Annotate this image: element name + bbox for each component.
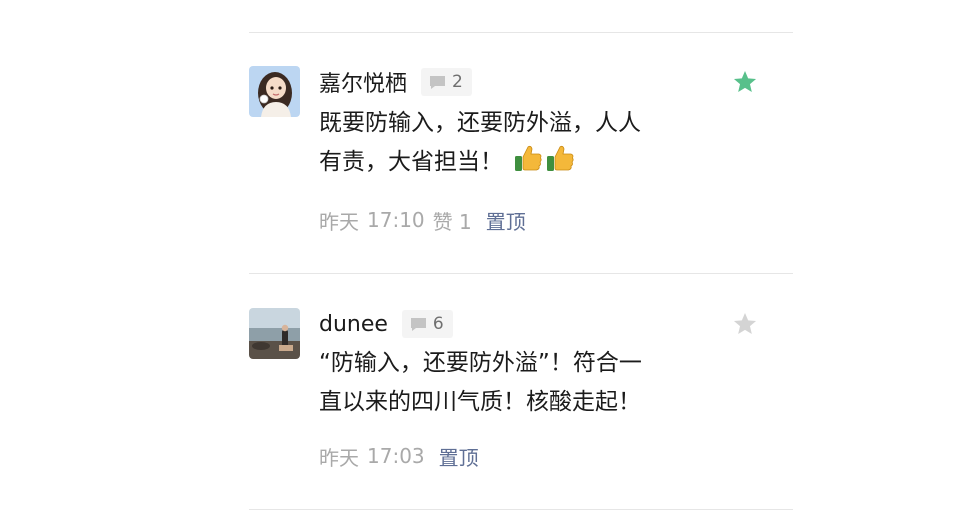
pin-button[interactable]: 置顶: [486, 206, 526, 235]
reply-count-badge[interactable]: 2: [421, 68, 472, 96]
comment-divider: [249, 273, 793, 274]
thumbs-up-icon: [547, 145, 574, 171]
avatar[interactable]: [249, 66, 300, 117]
comment-header: 嘉尔悦栖 2: [319, 67, 472, 97]
pin-button[interactable]: 置顶: [439, 442, 479, 471]
reply-count-badge[interactable]: 6: [401, 310, 453, 338]
avatar[interactable]: [249, 308, 300, 359]
top-divider: [249, 32, 793, 33]
reply-count: 2: [452, 72, 463, 92]
date-label: 昨天: [319, 209, 359, 234]
date-label: 昨天: [319, 445, 359, 470]
star-icon[interactable]: [732, 311, 758, 337]
content-line-with-emoji: 有责，大省担当！: [319, 143, 719, 186]
thumbs-up-emoji-group: [513, 143, 577, 186]
content-line: 有责，大省担当！: [319, 149, 503, 175]
author-name[interactable]: dunee: [319, 312, 388, 337]
comment-time: 17:03: [367, 444, 425, 468]
comment-bubble-icon: [410, 317, 426, 331]
content-line: 直以来的四川气质！核酸走起！: [319, 389, 641, 415]
comment-content: “防输入，还要防外溢”！符合一 直以来的四川气质！核酸走起！: [319, 344, 719, 422]
comment-item: dunee 6 “防输入，还要防外溢”！符合一 直以来的四川气质！核酸走起！ 昨…: [249, 308, 793, 488]
comment-meta: 昨天 17:10 赞 1 置顶: [319, 206, 526, 234]
thumbs-up-icon: [515, 145, 542, 171]
content-line: “防输入，还要防外溢”！符合一: [319, 350, 642, 376]
like-count: 赞 1: [432, 209, 472, 234]
comment-item: 嘉尔悦栖 2 既要防输入，还要防外溢，人人 有责，大省担当！ 昨天 17:10 …: [249, 66, 793, 246]
comment-meta: 昨天 17:03 置顶: [319, 442, 479, 470]
bottom-divider: [249, 509, 793, 510]
reply-count: 6: [432, 314, 444, 334]
star-icon[interactable]: [732, 69, 758, 95]
author-name[interactable]: 嘉尔悦栖: [319, 66, 407, 98]
comment-bubble-icon: [430, 75, 446, 89]
comment-time: 17:10: [367, 208, 425, 232]
comment-content: 既要防输入，还要防外溢，人人 有责，大省担当！: [319, 104, 719, 186]
content-line: 既要防输入，还要防外溢，人人: [319, 110, 641, 136]
comment-header: dunee 6: [319, 309, 453, 339]
